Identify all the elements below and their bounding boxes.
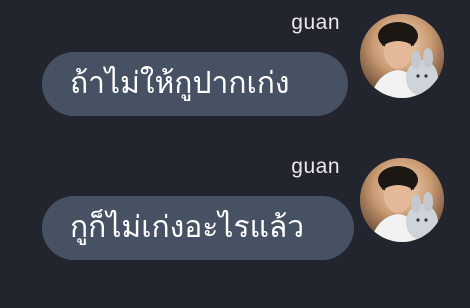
sender-name: guan — [291, 155, 340, 178]
chat-message: guan กูก็ไม่เก่งอะไรแล้ว — [0, 152, 470, 292]
avatar[interactable] — [360, 14, 444, 98]
message-bubble[interactable]: กูก็ไม่เก่งอะไรแล้ว — [42, 196, 354, 260]
sender-name: guan — [291, 11, 340, 34]
avatar[interactable] — [360, 158, 444, 242]
chat-message: guan ถ้าไม่ให้กูปากเก่ง — [0, 8, 470, 148]
message-bubble[interactable]: ถ้าไม่ให้กูปากเก่ง — [42, 52, 348, 116]
